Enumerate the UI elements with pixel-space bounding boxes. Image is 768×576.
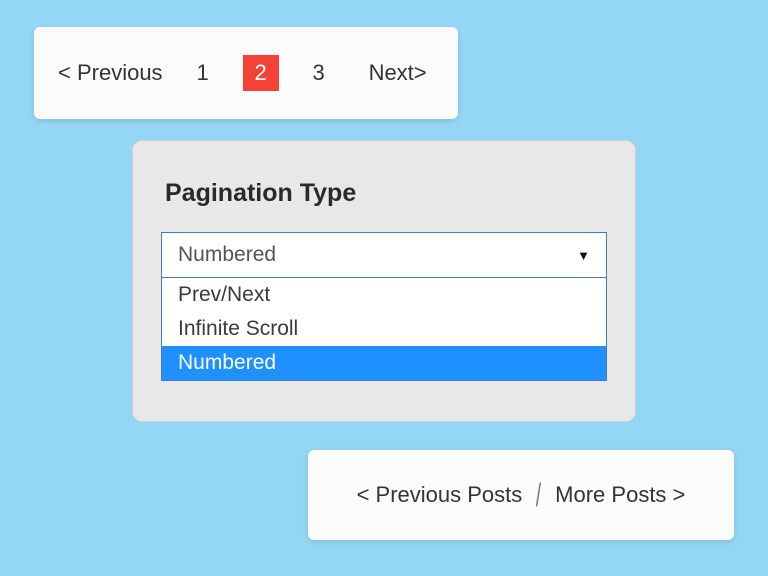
previous-button[interactable]: < Previous [58,60,163,86]
pagination-type-panel: Pagination Type Numbered ▼ Prev/Next Inf… [132,140,636,422]
page-3-button[interactable]: 3 [301,55,337,91]
pagination-type-select[interactable]: Numbered ▼ [161,232,607,278]
more-posts-button[interactable]: More Posts > [555,482,685,508]
pagination-type-title: Pagination Type [165,179,607,208]
numbered-pagination: < Previous 1 2 3 Next> [34,27,458,119]
previous-posts-button[interactable]: < Previous Posts [357,482,523,508]
page-2-button[interactable]: 2 [243,55,279,91]
option-numbered[interactable]: Numbered [162,346,606,380]
chevron-down-icon: ▼ [577,248,590,263]
select-value: Numbered [178,243,276,267]
divider-icon: / [536,477,541,514]
pagination-type-options: Prev/Next Infinite Scroll Numbered [161,278,607,381]
page-1-button[interactable]: 1 [185,55,221,91]
next-button[interactable]: Next> [369,60,427,86]
prevnext-pagination: < Previous Posts / More Posts > [308,450,734,540]
option-infinite-scroll[interactable]: Infinite Scroll [162,312,606,346]
option-prev-next[interactable]: Prev/Next [162,278,606,312]
